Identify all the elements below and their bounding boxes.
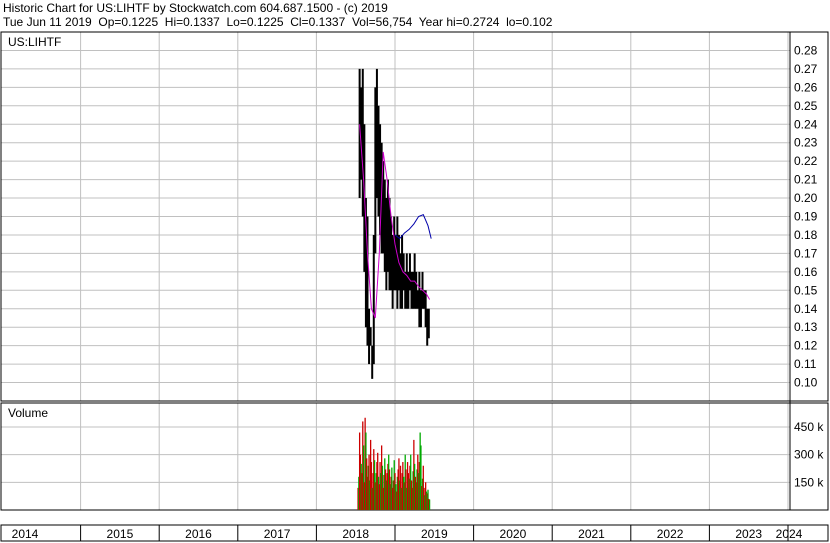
price-tick-label: 0.28 <box>794 43 818 57</box>
price-tick-label: 0.17 <box>794 246 818 260</box>
price-tick-label: 0.25 <box>794 99 818 113</box>
volume-tick-label: 150 k <box>794 475 824 489</box>
volume-tick-label: 300 k <box>794 448 824 462</box>
price-tick-label: 0.15 <box>794 283 818 297</box>
x-axis-label: 2023 <box>735 527 762 541</box>
price-gridlines <box>1 32 790 401</box>
volume-y-ticks: 450 k 300 k 150 k <box>794 420 824 489</box>
price-y-ticks: 0.28 0.27 0.26 0.25 0.24 0.23 0.22 0.21 0.20 0.19… <box>794 43 818 389</box>
x-axis-label: 2021 <box>578 527 605 541</box>
price-tick-label: 0.26 <box>794 80 818 94</box>
x-axis-label: 2024 <box>776 527 803 541</box>
x-axis-label: 2017 <box>264 527 291 541</box>
price-tick-label: 0.23 <box>794 136 818 150</box>
price-tick-label: 0.27 <box>794 62 818 76</box>
price-tick-label: 0.11 <box>794 357 817 371</box>
volume-panel-title: Volume <box>8 406 48 420</box>
price-tick-label: 0.14 <box>794 302 818 316</box>
price-tick-label: 0.10 <box>794 376 818 390</box>
price-tick-label: 0.22 <box>794 154 818 168</box>
price-tick-label: 0.19 <box>794 210 818 224</box>
x-axis-label: 2019 <box>421 527 448 541</box>
price-tick-label: 0.18 <box>794 228 818 242</box>
price-tick-label: 0.21 <box>794 173 818 187</box>
x-axis-labels: 2014 2015 2016 2017 2018 2019 2020 2021 2022 2023… <box>12 525 803 541</box>
price-tick-label: 0.13 <box>794 320 818 334</box>
x-axis-label: 2022 <box>657 527 684 541</box>
volume-tick-label: 450 k <box>794 420 824 434</box>
price-tick-label: 0.20 <box>794 191 818 205</box>
x-axis-label: 2020 <box>500 527 527 541</box>
price-tick-label: 0.12 <box>794 339 818 353</box>
stock-chart: US:LIHTF Volume 0.28 0.27 0.26 0.25 0.24 0.23… <box>0 31 829 542</box>
price-tick-label: 0.16 <box>794 265 818 279</box>
price-tick-label: 0.24 <box>794 117 818 131</box>
price-panel-title: US:LIHTF <box>8 35 61 49</box>
x-axis-label: 2018 <box>342 527 369 541</box>
volume-bars <box>357 417 431 510</box>
x-axis-label: 2016 <box>185 527 212 541</box>
x-axis-label: 2015 <box>107 527 134 541</box>
x-axis-label: 2014 <box>12 527 39 541</box>
